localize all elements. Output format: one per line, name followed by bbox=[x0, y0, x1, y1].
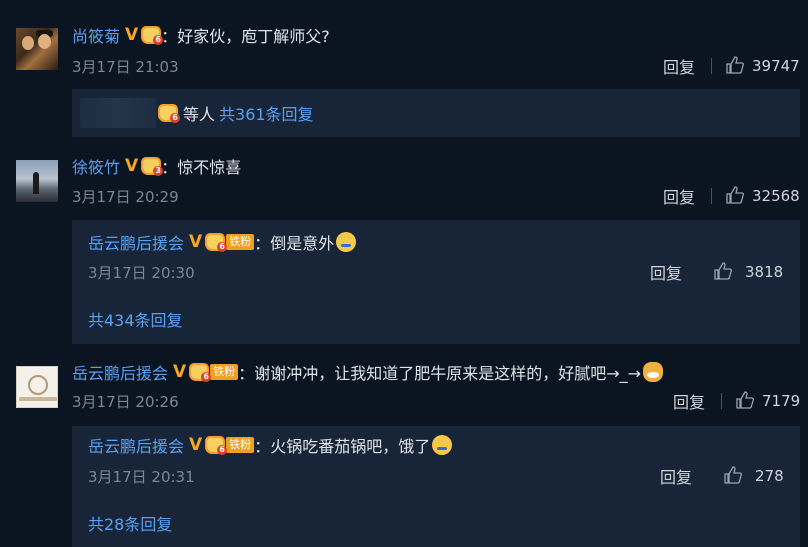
like-count: 7179 bbox=[762, 392, 801, 410]
comment-text: 好家伙，庖丁解师父? bbox=[177, 27, 330, 46]
thumbs-up-icon[interactable] bbox=[736, 391, 754, 409]
comment-time: 3月17日 20:26 bbox=[72, 392, 179, 411]
comment-text: 谢谢冲冲，让我知道了肥牛原来是这样的，好腻吧→_→ bbox=[254, 364, 642, 383]
colon: ： bbox=[254, 234, 271, 253]
replier-avatars bbox=[80, 98, 156, 128]
reply-button[interactable]: 回复 bbox=[660, 464, 692, 488]
reply-button[interactable]: 回复 bbox=[650, 260, 682, 284]
dog-emoji-icon bbox=[643, 362, 664, 382]
thumbs-up-icon[interactable] bbox=[714, 262, 732, 280]
like-count: 39747 bbox=[752, 57, 800, 75]
more-replies-link[interactable]: 共434条回复 bbox=[88, 307, 183, 331]
fan-badge: 铁粉 bbox=[226, 437, 255, 453]
vip-crown-icon: 6 bbox=[189, 363, 212, 382]
username-link[interactable]: 岳云鹏后援会 bbox=[88, 433, 184, 457]
comment-item: 尚筱菊 V 6 ： 好家伙，庖丁解师父? 3月17日 21:03 回复 3974… bbox=[0, 0, 808, 140]
shrug-emoji-icon bbox=[336, 232, 357, 252]
username-link[interactable]: 徐筱竹 bbox=[72, 154, 120, 178]
like-count: 32568 bbox=[752, 187, 800, 205]
comment-text: 惊不惊喜 bbox=[177, 158, 242, 177]
username-link[interactable]: 岳云鹏后援会 bbox=[72, 360, 168, 384]
thumbs-up-icon[interactable] bbox=[726, 56, 744, 74]
avatar[interactable] bbox=[16, 160, 58, 202]
divider bbox=[711, 58, 712, 74]
reply-summary-prefix: 等人 bbox=[183, 105, 216, 124]
username-link[interactable]: 岳云鹏后援会 bbox=[88, 230, 184, 254]
verified-v-icon: V bbox=[125, 24, 139, 45]
colon: ： bbox=[254, 437, 271, 456]
shrug-emoji-icon bbox=[432, 435, 453, 455]
comment-time: 3月17日 21:03 bbox=[72, 57, 179, 76]
like-count: 3818 bbox=[745, 263, 784, 281]
verified-v-icon: V bbox=[189, 434, 203, 455]
reply-text: 倒是意外 bbox=[270, 234, 335, 253]
vip-crown-icon: 6 bbox=[158, 104, 180, 123]
reply-button[interactable]: 回复 bbox=[663, 184, 695, 208]
vip-crown-icon: 3 bbox=[141, 157, 164, 176]
colon: ： bbox=[161, 158, 178, 177]
reply-time: 3月17日 20:30 bbox=[88, 263, 195, 282]
verified-v-icon: V bbox=[189, 231, 203, 252]
divider bbox=[721, 393, 722, 409]
vip-crown-icon: 6 bbox=[205, 233, 228, 252]
avatar[interactable] bbox=[16, 366, 58, 408]
comment-time: 3月17日 20:29 bbox=[72, 187, 179, 206]
more-replies-link[interactable]: 共361条回复 bbox=[219, 101, 314, 125]
colon: ： bbox=[238, 364, 255, 383]
reply-summary-panel: 6 等人 共361条回复 bbox=[72, 89, 800, 137]
comment-item: 徐筱竹 V 3 ： 惊不惊喜 3月17日 20:29 回复 32568 岳云鹏后… bbox=[0, 140, 808, 350]
thumbs-up-icon[interactable] bbox=[724, 466, 742, 484]
more-replies-link[interactable]: 共28条回复 bbox=[88, 511, 172, 535]
reply-button[interactable]: 回复 bbox=[663, 54, 695, 78]
sub-reply-panel: 岳云鹏后援会 V 6 铁粉 ： 火锅吃番茄锅吧，饿了 3月17日 20:31 回… bbox=[72, 426, 800, 547]
reply-button[interactable]: 回复 bbox=[673, 389, 705, 413]
reply-text: 火锅吃番茄锅吧，饿了 bbox=[270, 437, 431, 456]
divider bbox=[711, 188, 712, 204]
reply-time: 3月17日 20:31 bbox=[88, 467, 195, 486]
sub-reply-panel: 岳云鹏后援会 V 6 铁粉 ： 倒是意外 3月17日 20:30 回复 3818… bbox=[72, 220, 800, 344]
thumbs-up-icon[interactable] bbox=[726, 186, 744, 204]
avatar[interactable] bbox=[16, 28, 58, 70]
username-link[interactable]: 尚筱菊 bbox=[72, 23, 120, 47]
fan-badge: 铁粉 bbox=[226, 234, 255, 250]
vip-crown-icon: 6 bbox=[205, 436, 228, 455]
vip-crown-icon: 6 bbox=[141, 26, 164, 45]
verified-v-icon: V bbox=[125, 155, 139, 176]
fan-badge: 铁粉 bbox=[210, 364, 239, 380]
like-count: 278 bbox=[755, 467, 784, 485]
colon: ： bbox=[161, 27, 178, 46]
comment-item: 岳云鹏后援会 V 6 铁粉 ： 谢谢冲冲，让我知道了肥牛原来是这样的，好腻吧→_… bbox=[0, 350, 808, 547]
verified-v-icon: V bbox=[173, 361, 187, 382]
